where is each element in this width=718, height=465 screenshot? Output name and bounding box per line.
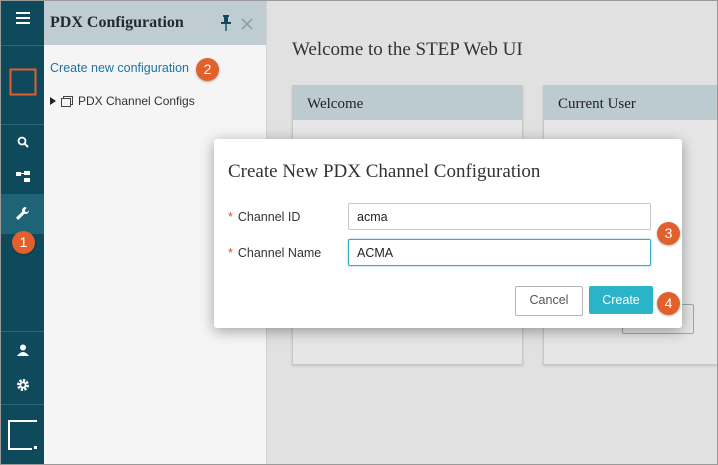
callout-badge-4: 4	[657, 292, 680, 315]
gear-icon[interactable]	[1, 378, 44, 397]
cancel-button[interactable]: Cancel	[515, 286, 583, 316]
tree-item-label: PDX Channel Configs	[78, 94, 195, 108]
wrench-icon[interactable]	[1, 206, 44, 226]
channel-name-input[interactable]: ACMA	[348, 239, 651, 266]
tree-item-pdx-channel-configs[interactable]: PDX Channel Configs	[50, 94, 195, 108]
app-window: PDX Configuration Create new configurati…	[0, 0, 718, 465]
current-user-card-title: Current User	[544, 86, 717, 120]
channel-name-label: * Channel Name	[228, 246, 322, 260]
pin-icon[interactable]	[220, 15, 232, 36]
welcome-card-title: Welcome	[293, 86, 522, 120]
folder-icon	[61, 95, 73, 107]
dialog-title: Create New PDX Channel Configuration	[228, 161, 541, 182]
page-title: Welcome to the STEP Web UI	[292, 39, 523, 60]
callout-badge-3: 3	[657, 222, 680, 245]
user-icon[interactable]	[1, 343, 44, 361]
callout-badge-2: 2	[196, 58, 219, 81]
expand-arrow-icon[interactable]	[50, 97, 56, 105]
create-configuration-link[interactable]: Create new configuration	[50, 61, 189, 75]
hierarchy-icon[interactable]	[1, 170, 44, 188]
create-button[interactable]: Create	[589, 286, 653, 314]
channel-id-input[interactable]: acma	[348, 203, 651, 230]
logo-icon	[1, 68, 44, 101]
search-icon[interactable]	[1, 135, 44, 153]
callout-badge-1: 1	[12, 231, 35, 254]
create-config-dialog: Create New PDX Channel Configuration * Ch…	[214, 139, 682, 328]
required-marker: *	[228, 210, 233, 224]
footer-logo-icon	[1, 420, 44, 455]
hamburger-icon[interactable]	[1, 11, 44, 35]
panel-header: PDX Configuration	[44, 1, 266, 45]
required-marker: *	[228, 246, 233, 260]
close-icon[interactable]	[241, 17, 253, 35]
channel-id-label: * Channel ID	[228, 210, 301, 224]
panel-title: PDX Configuration	[50, 14, 184, 31]
